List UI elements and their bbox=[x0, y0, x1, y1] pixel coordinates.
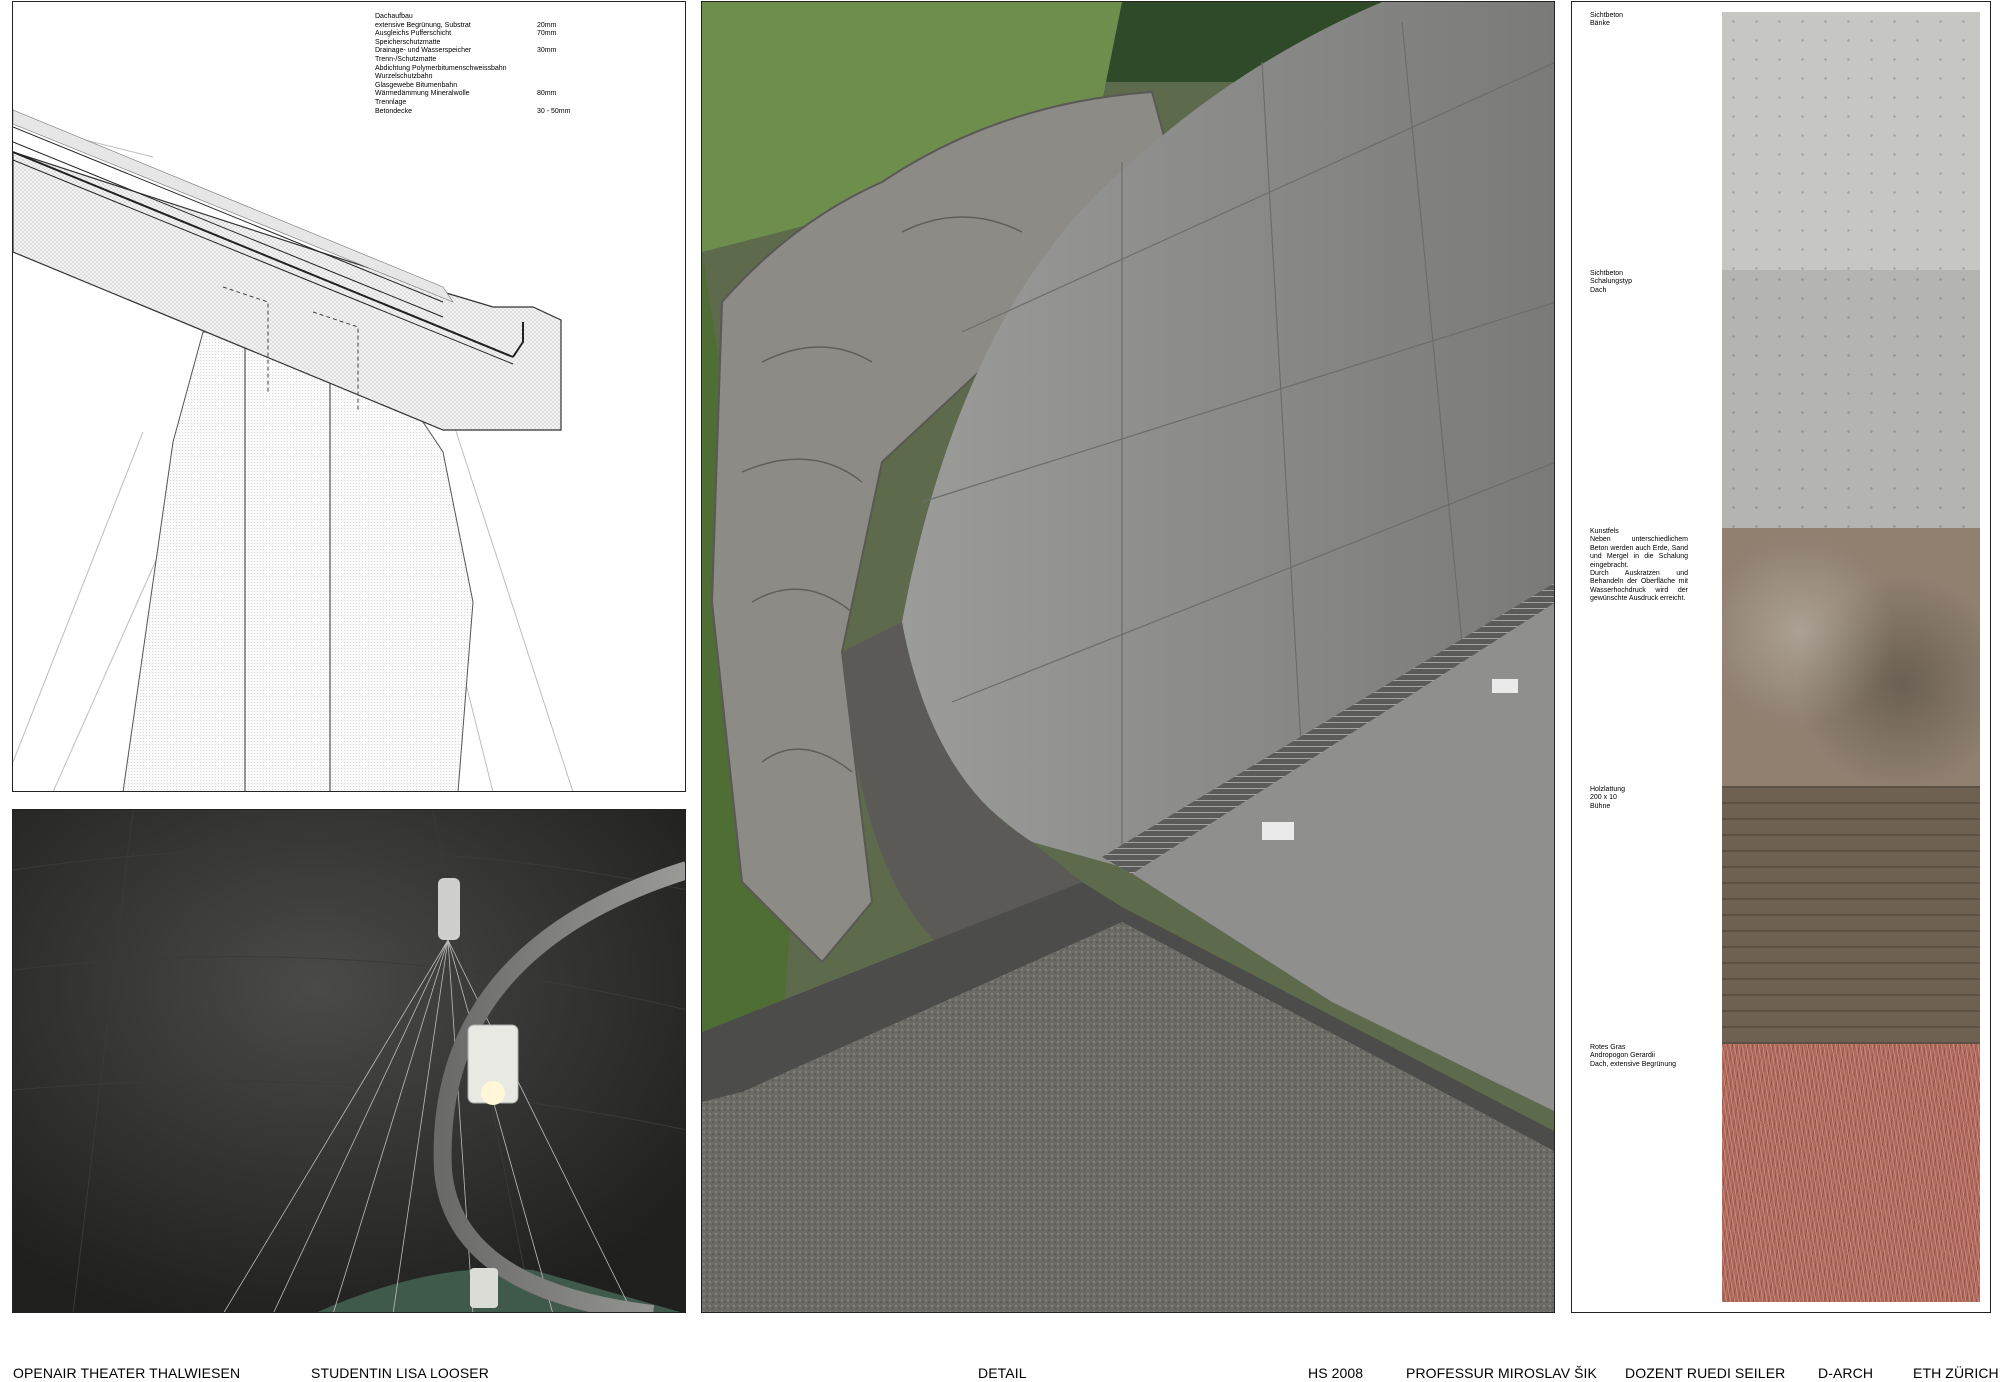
layer-row: Glasgewebe Bitumenbahn bbox=[375, 82, 585, 91]
layer-thickness: 80mm bbox=[537, 90, 557, 98]
swatch-fair-faced-concrete-benches bbox=[1722, 12, 1980, 270]
ceiling-pendant bbox=[438, 878, 460, 940]
layer-thickness bbox=[537, 13, 585, 22]
layer-label: Dachaufbau bbox=[375, 13, 413, 20]
layer-row: Wärmedämmung Mineralwolle 80mm bbox=[375, 90, 585, 99]
layer-thickness bbox=[537, 56, 585, 65]
layer-row: Ausgleichs Pufferschicht 70mm bbox=[375, 30, 585, 39]
department: D-ARCH bbox=[1818, 1365, 1874, 1381]
layer-thickness: 20mm bbox=[537, 21, 557, 29]
floor-light bbox=[1492, 679, 1518, 693]
layer-thickness bbox=[537, 65, 585, 74]
ceiling-lighting-render bbox=[12, 809, 686, 1313]
layer-label: Ausgleichs Pufferschicht bbox=[375, 30, 452, 38]
material-label: Sichtbeton Schalungstyp Dach bbox=[1590, 270, 1633, 294]
sheet-title: DETAIL bbox=[978, 1365, 1027, 1381]
roof-layer-list: Dachaufbau extensive Begrünung, Substrat 2… bbox=[375, 13, 585, 116]
layer-label: Trenn-/Schutzmatte bbox=[375, 55, 437, 63]
layer-row: Betondecke 30 - 50mm bbox=[375, 108, 585, 117]
layer-row: Drainage- und Wasserspeicher 30mm bbox=[375, 47, 585, 56]
ceiling-render-image bbox=[13, 810, 685, 1312]
layer-thickness: 70mm bbox=[537, 30, 557, 38]
student-name: STUDENTIN LISA LOOSER bbox=[311, 1365, 489, 1381]
semester: HS 2008 bbox=[1308, 1365, 1364, 1381]
layer-label: Abdichtung Polymerbitumenschweissbahn bbox=[375, 64, 507, 72]
layer-thickness bbox=[537, 73, 585, 82]
layer-label: Drainage- und Wasserspeicher bbox=[375, 47, 472, 55]
project-title: OPENAIR THEATER THALWIESEN bbox=[13, 1365, 241, 1381]
layer-label: Glasgewebe Bitumenbahn bbox=[375, 81, 458, 89]
material-label: Sichtbeton Bänke bbox=[1590, 12, 1624, 28]
floor-light bbox=[1262, 822, 1294, 840]
professor: PROFESSUR MIROSLAV ŠIK bbox=[1406, 1365, 1597, 1381]
layer-row: Speicherschutzmatte bbox=[375, 39, 585, 48]
layer-row: extensive Begrünung, Substrat 20mm bbox=[375, 22, 585, 31]
layer-thickness: 30mm bbox=[537, 47, 557, 55]
render-image bbox=[702, 2, 1554, 1312]
layer-thickness bbox=[537, 99, 585, 108]
layer-row: Trennlage bbox=[375, 99, 585, 108]
layer-row: Wurzelschutzbahn bbox=[375, 73, 585, 82]
school: ETH ZÜRICH bbox=[1913, 1365, 1999, 1381]
material-board: Sichtbeton Bänke Sichtbeton Schalungstyp Da… bbox=[1571, 1, 1991, 1313]
lecturer: DOZENT RUEDI SEILER bbox=[1625, 1365, 1786, 1381]
layer-thickness bbox=[537, 39, 585, 48]
layer-label: Speicherschutzmatte bbox=[375, 38, 441, 46]
layer-label: Trennlage bbox=[375, 98, 407, 106]
layer-label: Wärmedämmung Mineralwolle bbox=[375, 90, 470, 98]
swatch-red-grass bbox=[1722, 1044, 1980, 1302]
swatch-fair-faced-concrete-roof bbox=[1722, 270, 1980, 528]
layer-row: Abdichtung Polymerbitumenschweissbahn bbox=[375, 65, 585, 74]
layer-thickness: 30 - 50mm bbox=[537, 107, 571, 115]
material-label: Holzlattung 200 x 10 Bühne bbox=[1590, 786, 1626, 810]
layer-label: Betondecke bbox=[375, 107, 412, 115]
swatch-artificial-rock bbox=[1722, 528, 1980, 786]
layer-thickness bbox=[537, 82, 585, 91]
lantern-light-lower bbox=[470, 1268, 498, 1308]
layer-label: Wurzelschutzbahn bbox=[375, 73, 433, 81]
roof-section-drawing: Dachaufbau extensive Begrünung, Substrat 2… bbox=[12, 1, 686, 792]
layer-row: Dachaufbau bbox=[375, 13, 585, 22]
roof-detail-linework bbox=[13, 109, 574, 791]
material-label: Rotes Gras Andropogon Gerardii Dach, exten… bbox=[1590, 1044, 1676, 1068]
layer-label: extensive Begrünung, Substrat bbox=[375, 21, 471, 29]
material-label: Kunstfels Neben unterschiedlichem Beton … bbox=[1590, 528, 1688, 603]
detail-render bbox=[701, 1, 1555, 1313]
layer-row: Trenn-/Schutzmatte bbox=[375, 56, 585, 65]
swatch-wood-slats bbox=[1722, 786, 1980, 1044]
